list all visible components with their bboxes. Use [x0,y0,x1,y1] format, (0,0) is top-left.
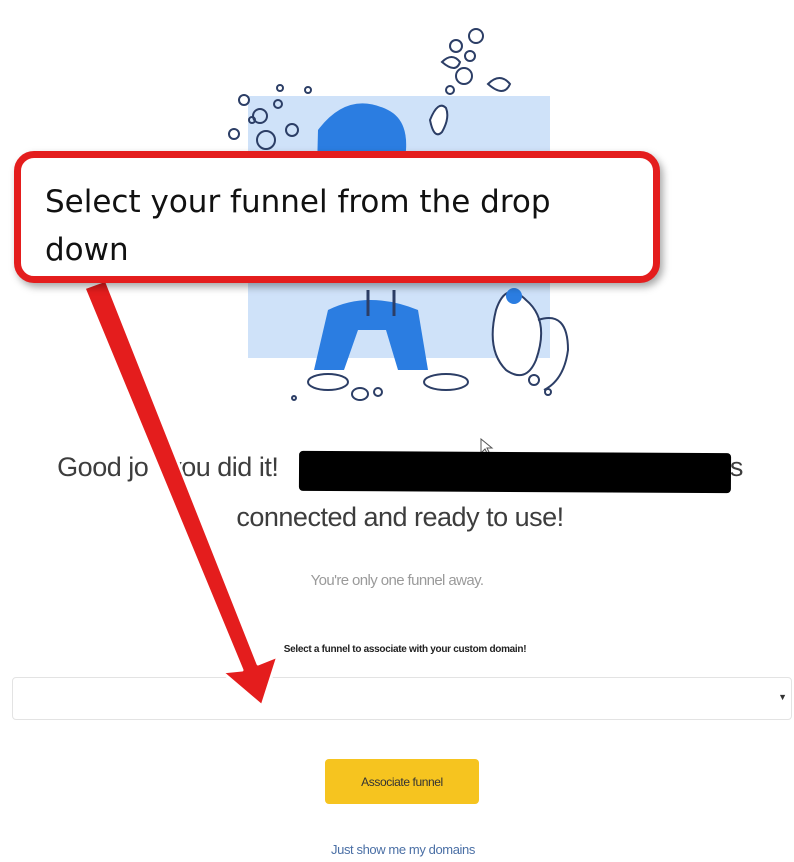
callout-box: Select your funnel from the drop down [14,151,660,283]
success-headline-line2: connected and ready to use! [236,502,564,532]
caret-down-icon: ▼ [778,692,787,702]
funnel-select-label: Select a funnel to associate with your c… [283,644,527,655]
redacted-domain-bar [298,450,732,494]
headline-part1: Good jo [57,452,149,482]
associate-funnel-button[interactable]: Associate funnel [325,759,479,804]
callout-text: Select your funnel from the drop down [45,184,551,268]
domain-connected-page: Good jo you did it! is connected and ready… [0,0,794,862]
funnel-select-dropdown[interactable]: ▼ [12,677,792,720]
subtext: You're only one funnel away. [310,572,484,589]
show-domains-link[interactable]: Just show me my domains [0,842,794,857]
headline-part2: you did it! [168,452,279,482]
